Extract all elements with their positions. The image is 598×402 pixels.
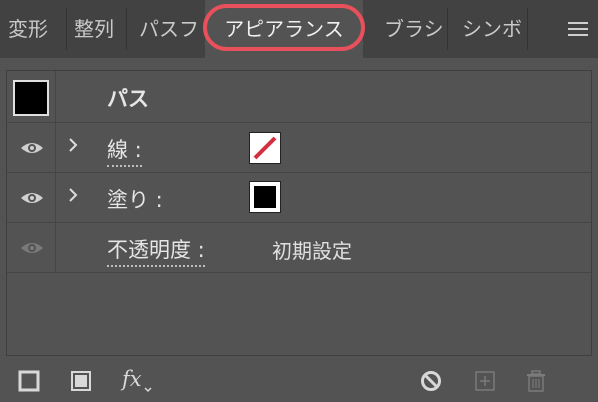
eye-icon[interactable] [20,141,44,155]
svg-text:fx: fx [120,367,142,391]
tab-align[interactable]: 整列 [74,0,124,58]
none-color-slash-icon [253,136,277,160]
tab-brushes[interactable]: ブラシ [384,0,444,58]
swatch-column [7,71,56,122]
trash-icon [527,370,545,392]
clear-appearance-icon[interactable] [420,370,442,392]
stroke-label[interactable]: 線 : [107,134,142,167]
visibility-column [7,173,56,222]
opacity-label[interactable]: 不透明度 : [107,234,205,267]
add-fill-icon[interactable] [70,370,92,392]
tab-symbols[interactable]: シンボ [462,0,526,58]
tab-divider [66,8,67,50]
opacity-value: 初期設定 [272,239,352,263]
tab-divider [126,8,127,50]
opacity-row[interactable]: 不透明度 : 初期設定 [7,223,591,273]
object-thumbnail [13,80,49,116]
stroke-swatch[interactable] [249,132,281,164]
fill-row[interactable]: 塗り : [7,173,591,223]
hamburger-menu-icon[interactable] [568,22,588,36]
fill-label[interactable]: 塗り : [107,184,163,214]
appearance-panel: パス 線 : 塗り: 不透明度: 初期設定 [6,70,592,356]
duplicate-item-icon [475,371,495,391]
chevron-right-icon[interactable] [68,187,78,203]
visibility-column [7,123,56,172]
eye-icon[interactable] [20,241,44,255]
tab-divider [447,8,448,50]
add-stroke-icon[interactable] [18,370,40,392]
fill-swatch[interactable] [249,181,281,213]
tab-divider [527,8,528,50]
object-row[interactable]: パス [7,71,591,123]
panel-bottom-toolbar: fx [0,358,598,402]
chevron-right-icon[interactable] [68,137,78,153]
tab-pathfinder[interactable]: パスフ [139,0,203,58]
tab-appearance[interactable]: アピアランス [205,0,363,58]
tab-transform[interactable]: 変形 [8,0,66,58]
eye-icon[interactable] [20,191,44,205]
stroke-row[interactable]: 線 : [7,123,591,173]
object-type-label: パス [107,87,149,111]
fill-color-black [254,186,276,208]
visibility-column [7,223,56,272]
panel-tab-bar: 変形 整列 パスフ アピアランス ブラシ シンボ [0,0,598,58]
fx-effects-icon[interactable]: fx [120,366,152,394]
